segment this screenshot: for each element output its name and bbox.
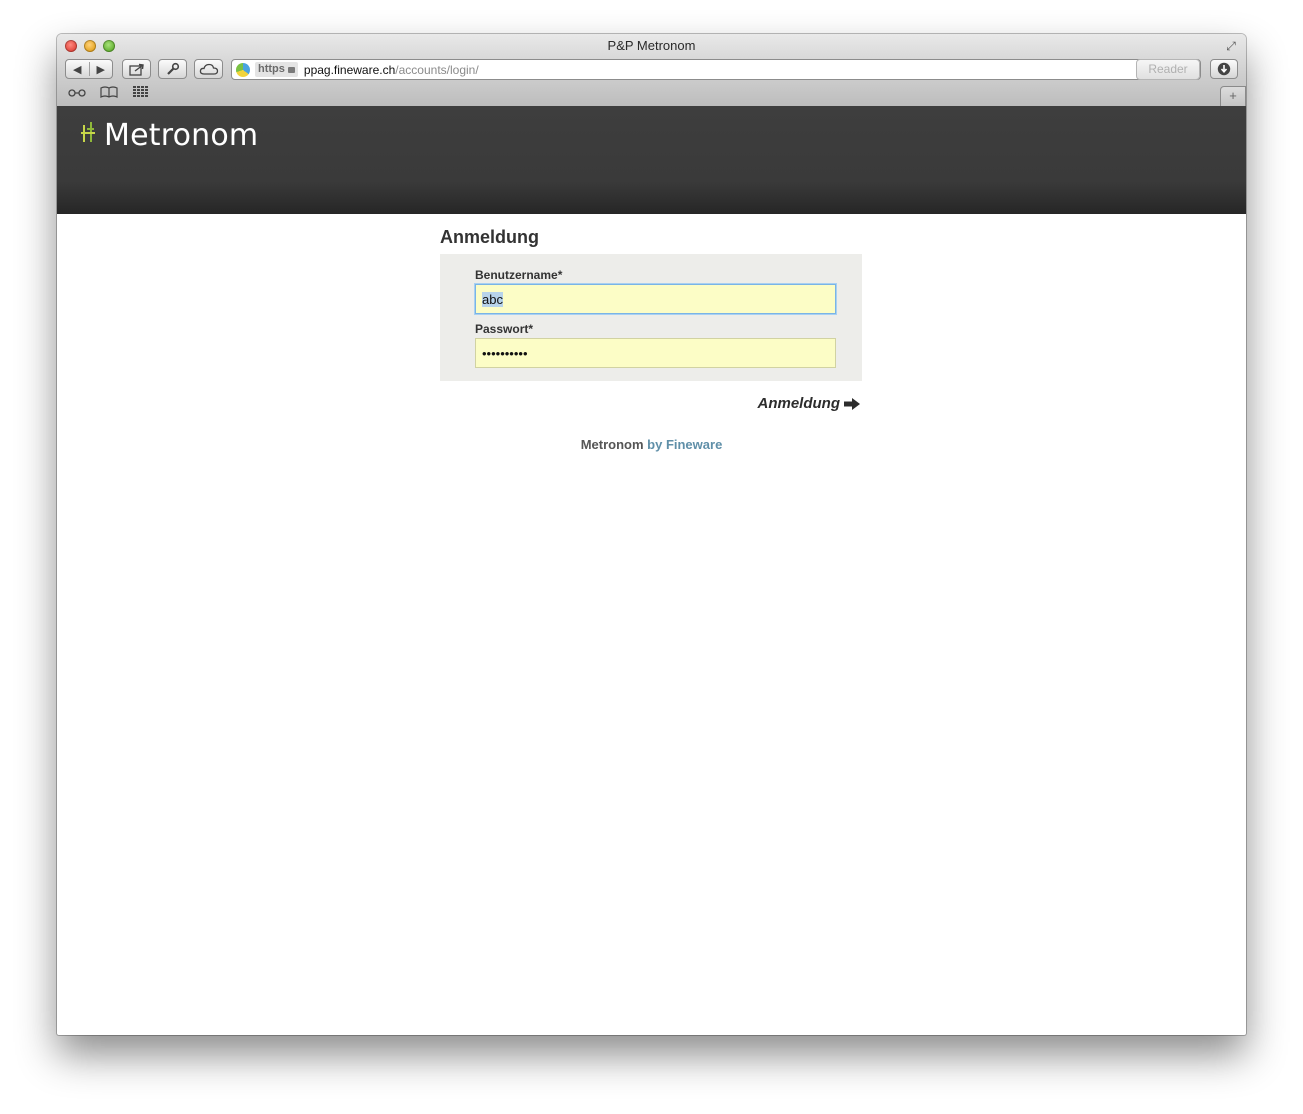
main-content: Anmeldung Benutzername* abc Passwort* ••… bbox=[57, 214, 1246, 1035]
metronom-logo-icon[interactable] bbox=[81, 122, 99, 144]
top-sites-icon[interactable] bbox=[131, 86, 151, 101]
window-title: P&P Metronom bbox=[607, 38, 696, 53]
username-value: abc bbox=[482, 291, 503, 307]
icloud-tabs-button[interactable] bbox=[194, 59, 223, 79]
login-form: Benutzername* abc Passwort* •••••••••• bbox=[440, 254, 862, 381]
browser-window: P&P Metronom ⤢ ◀ ▶ https ppag.fineware.c… bbox=[57, 34, 1246, 1035]
share-icon bbox=[128, 63, 144, 76]
footer: Metronom by Fineware bbox=[57, 437, 1246, 452]
password-field[interactable]: •••••••••• bbox=[475, 338, 836, 368]
share-button[interactable] bbox=[122, 59, 151, 79]
browser-chrome: P&P Metronom ⤢ ◀ ▶ https ppag.fineware.c… bbox=[57, 34, 1246, 107]
tools-icon bbox=[166, 62, 179, 75]
footer-brand: Metronom bbox=[580, 437, 644, 452]
tools-button[interactable] bbox=[158, 59, 187, 79]
forward-arrow-icon[interactable]: ▶ bbox=[90, 63, 113, 76]
lock-icon bbox=[287, 67, 295, 73]
reading-list-icon[interactable] bbox=[67, 86, 87, 101]
password-value: •••••••••• bbox=[482, 345, 528, 361]
https-label: https bbox=[258, 63, 285, 75]
reader-button[interactable]: Reader bbox=[1136, 59, 1200, 80]
site-header: Metronom bbox=[57, 106, 1246, 214]
back-forward-buttons: ◀ ▶ bbox=[65, 59, 113, 79]
site-favicon bbox=[236, 62, 250, 77]
submit-label: Anmeldung bbox=[757, 395, 841, 412]
arrow-right-icon bbox=[844, 397, 860, 410]
url-path: /accounts/login/ bbox=[395, 62, 479, 77]
back-arrow-icon[interactable]: ◀ bbox=[66, 63, 89, 76]
username-field[interactable]: abc bbox=[475, 284, 836, 314]
icloud-icon bbox=[199, 63, 218, 75]
address-bar[interactable]: https ppag.fineware.ch/accounts/login/ ↻ bbox=[231, 59, 1201, 80]
downloads-button[interactable] bbox=[1210, 59, 1238, 79]
password-label: Passwort* bbox=[475, 322, 534, 336]
login-submit-button[interactable]: Anmeldung bbox=[757, 395, 860, 412]
fullscreen-icon[interactable]: ⤢ bbox=[1224, 39, 1238, 53]
new-tab-button[interactable]: + bbox=[1220, 86, 1246, 106]
bookmarks-icon[interactable] bbox=[99, 86, 119, 101]
page-title: Anmeldung bbox=[440, 227, 539, 247]
https-badge: https bbox=[255, 62, 298, 77]
url-host: ppag.fineware.ch bbox=[303, 62, 396, 77]
username-label: Benutzername* bbox=[475, 268, 563, 282]
logo-text[interactable]: Metronom bbox=[104, 118, 258, 153]
fineware-link[interactable]: by Fineware bbox=[647, 437, 722, 452]
downloads-icon bbox=[1217, 62, 1231, 76]
bookmarks-bar bbox=[67, 86, 151, 101]
